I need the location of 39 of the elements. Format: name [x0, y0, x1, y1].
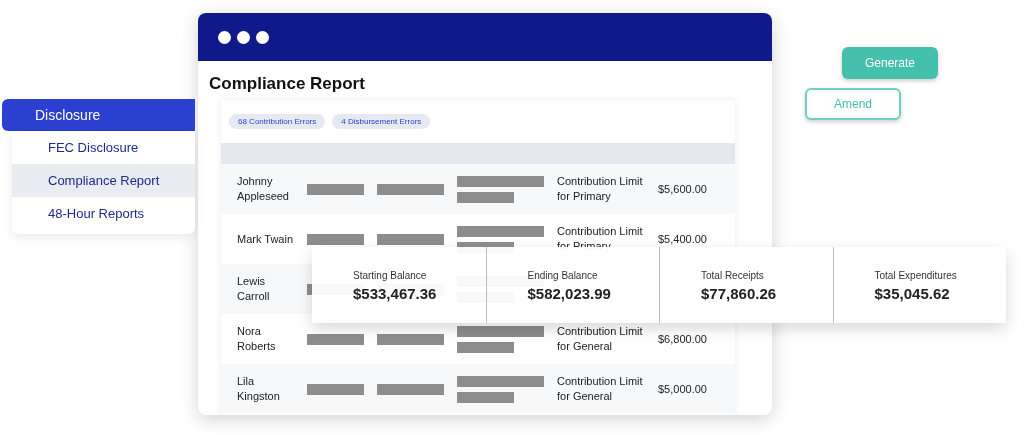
- limit-type: Contribution Limit for Primary: [557, 174, 644, 204]
- limit-type: Contribution Limit for General: [557, 324, 644, 354]
- error-badge[interactable]: 68 Contribution Errors: [229, 114, 326, 129]
- summary-label: Starting Balance: [353, 269, 428, 283]
- sidebar-item[interactable]: FEC Disclosure: [12, 131, 195, 164]
- redacted-bar: [307, 183, 364, 195]
- sidebar-section[interactable]: Disclosure: [2, 99, 195, 131]
- sidebar-item[interactable]: Compliance Report: [12, 164, 195, 197]
- contributor-name: Lila Kingston: [237, 374, 281, 404]
- sidebar-item[interactable]: 48-Hour Reports: [12, 197, 195, 230]
- redacted-bar: [457, 391, 514, 403]
- redacted-bar: [377, 383, 444, 395]
- summary-value: $582,023.99: [527, 284, 612, 304]
- amount: $6,800.00: [658, 331, 707, 347]
- summary-value: $533,467.36: [353, 284, 438, 304]
- limit-type: Contribution Limit for Primary: [557, 224, 644, 254]
- summary-label: Ending Balance: [527, 269, 599, 283]
- contributor-name: Johnny Appleseed: [237, 174, 290, 204]
- window-title: Compliance Report: [209, 73, 365, 95]
- redacted-bar: [377, 183, 444, 195]
- redacted-bar: [307, 383, 364, 395]
- amount: $5,000.00: [658, 381, 707, 397]
- limit-type: Contribution Limit for General: [557, 374, 644, 404]
- summary-label: Total Receipts: [701, 269, 765, 283]
- error-badge[interactable]: 4 Disbursement Errors: [332, 114, 431, 129]
- amount: $5,400.00: [658, 231, 707, 247]
- redacted-bar: [307, 233, 364, 245]
- redacted-bar: [377, 233, 444, 245]
- summary-value: $35,045.62: [874, 284, 951, 304]
- redacted-bar: [457, 191, 514, 203]
- summary-label: Total Expenditures: [874, 269, 958, 283]
- summary-value: $77,860.26: [701, 284, 778, 304]
- redacted-bar: [457, 341, 514, 353]
- redacted-bar: [377, 333, 444, 345]
- redacted-bar: [307, 333, 364, 345]
- contributor-name: Mark Twain: [237, 231, 295, 247]
- contributor-name: Nora Roberts: [237, 324, 277, 354]
- contributor-name: Lewis Carroll: [237, 274, 271, 304]
- amount: $5,600.00: [658, 181, 707, 197]
